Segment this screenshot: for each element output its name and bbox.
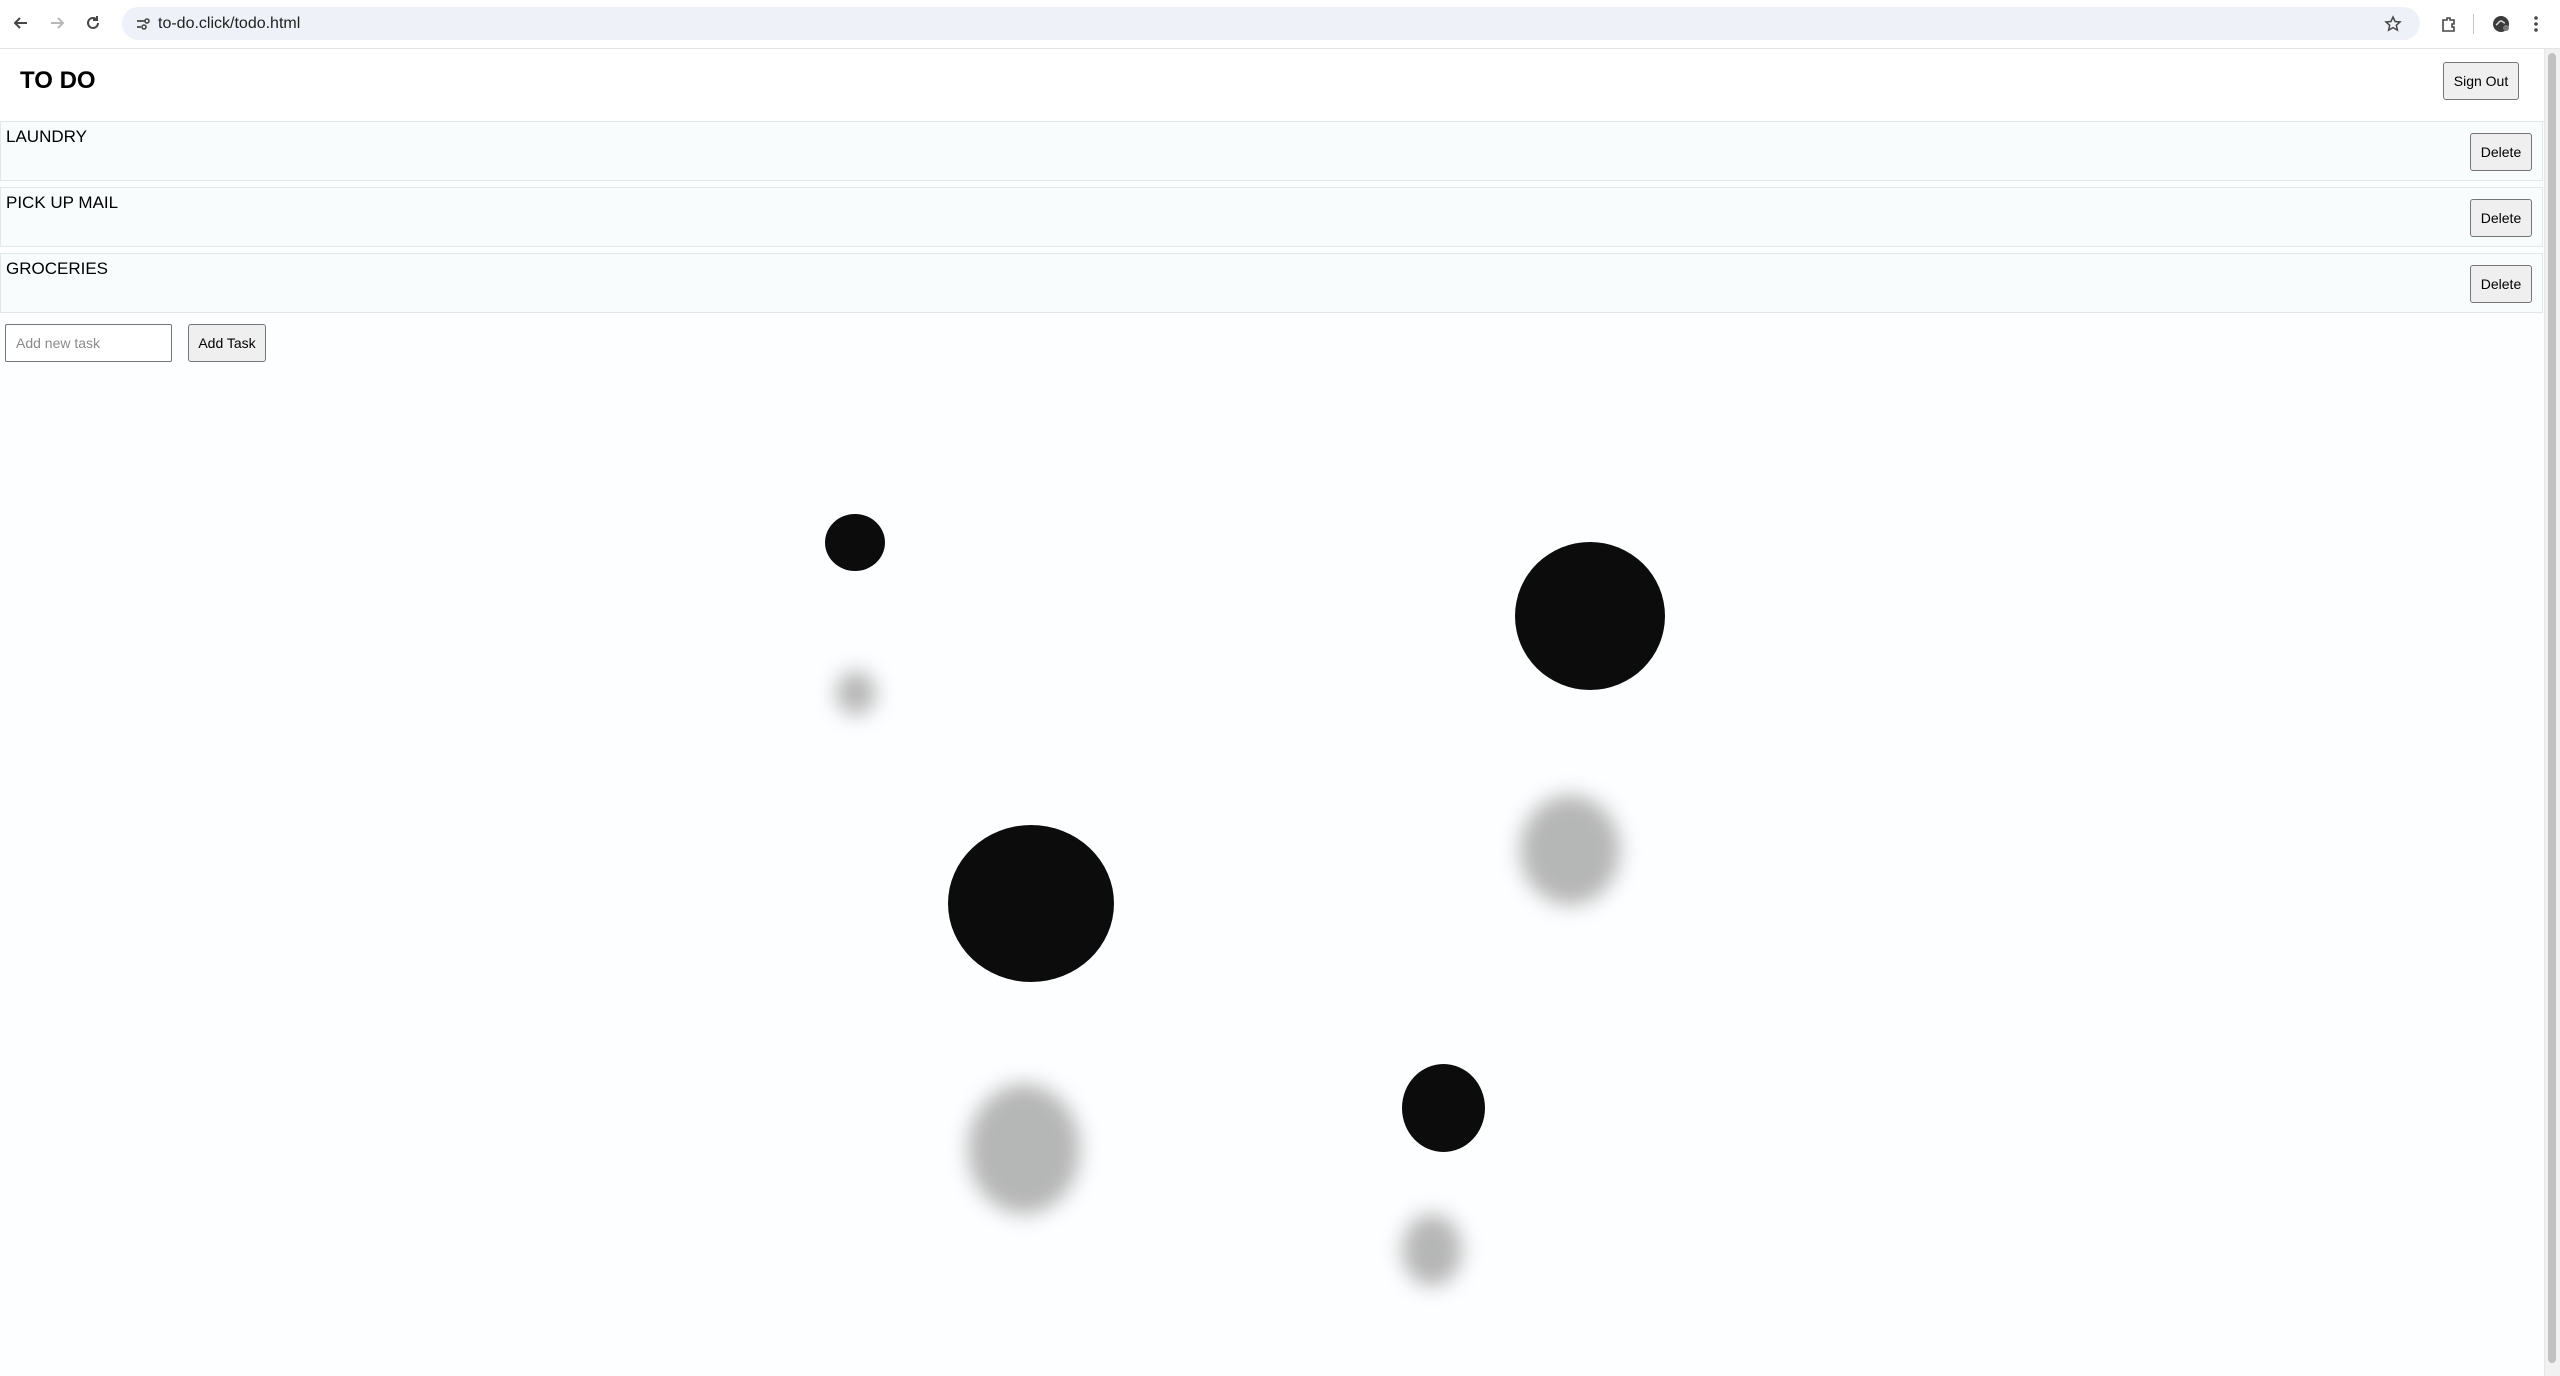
- reload-icon[interactable]: [80, 10, 106, 36]
- new-task-input[interactable]: [5, 324, 172, 362]
- app-header: TO DO Sign Out: [0, 49, 2545, 122]
- forward-arrow-icon[interactable]: [44, 10, 70, 36]
- page-scrollbar[interactable]: [2544, 49, 2560, 1376]
- task-row: LAUNDRY Delete: [0, 121, 2543, 181]
- task-text: GROCERIES: [6, 259, 109, 278]
- bookmark-star-icon[interactable]: [2380, 11, 2406, 37]
- decorative-dot: [948, 825, 1114, 982]
- delete-button[interactable]: Delete: [2470, 265, 2532, 303]
- decorative-dot: [825, 514, 885, 571]
- extensions-icon[interactable]: [2435, 10, 2463, 38]
- toolbar-divider: [2473, 14, 2474, 34]
- kebab-menu-icon[interactable]: [2522, 10, 2550, 38]
- page-title: TO DO: [20, 67, 96, 94]
- task-row: GROCERIES Delete: [0, 253, 2543, 313]
- task-row: PICK UP MAIL Delete: [0, 187, 2543, 247]
- decorative-dot: [1515, 542, 1665, 690]
- decorative-dot-shadow: [968, 1084, 1080, 1214]
- site-settings-icon[interactable]: [130, 11, 156, 37]
- page-viewport: TO DO Sign Out LAUNDRY Delete PICK UP MA…: [0, 49, 2545, 1376]
- back-arrow-icon[interactable]: [8, 10, 34, 36]
- address-bar[interactable]: to-do.click/todo.html: [122, 7, 2420, 40]
- profile-icon[interactable]: [2487, 10, 2515, 38]
- task-text: LAUNDRY: [6, 127, 87, 146]
- task-text: PICK UP MAIL: [6, 193, 119, 212]
- delete-button[interactable]: Delete: [2470, 133, 2532, 171]
- delete-button[interactable]: Delete: [2470, 199, 2532, 237]
- sign-out-button[interactable]: Sign Out: [2443, 62, 2519, 100]
- add-task-button[interactable]: Add Task: [188, 324, 266, 362]
- browser-toolbar: to-do.click/todo.html: [0, 0, 2560, 49]
- decorative-dot-shadow: [1402, 1214, 1462, 1286]
- decorative-dot-shadow: [1520, 795, 1620, 905]
- url-text[interactable]: to-do.click/todo.html: [158, 15, 300, 33]
- decorative-dot: [1402, 1064, 1485, 1152]
- scrollbar-thumb[interactable]: [2548, 53, 2556, 1363]
- decorative-dot-shadow: [836, 671, 876, 715]
